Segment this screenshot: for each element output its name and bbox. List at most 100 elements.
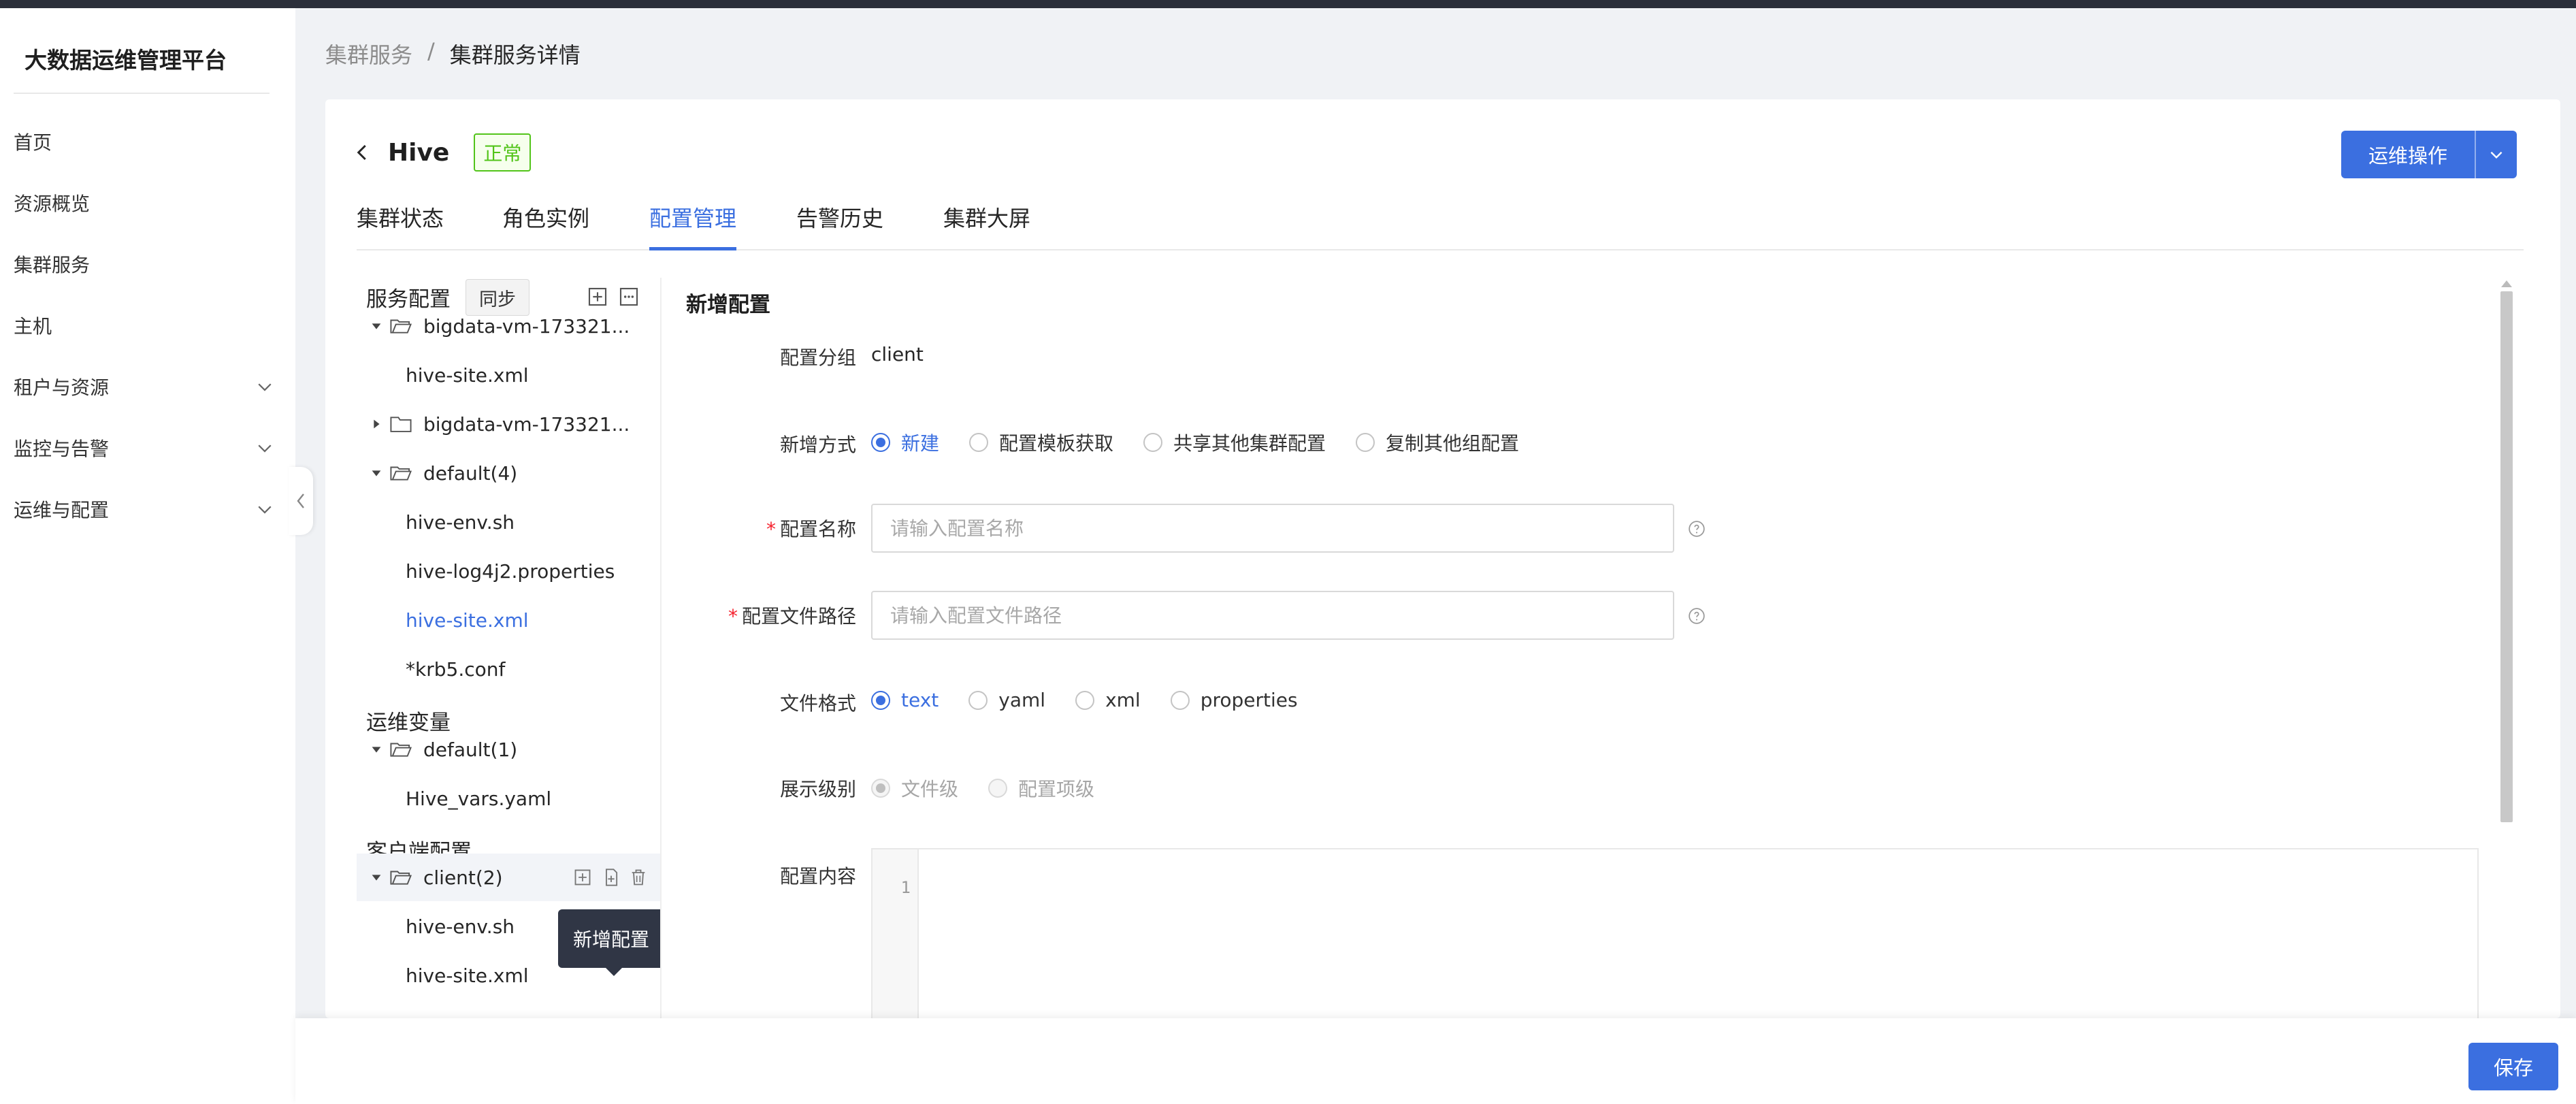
ops-action-button[interactable]: 运维操作 bbox=[2341, 131, 2517, 178]
tree-node-label: Hive_vars.yaml bbox=[406, 787, 552, 810]
radio-circle bbox=[1356, 433, 1375, 452]
help-icon[interactable] bbox=[1688, 520, 1706, 538]
app-title: 大数据运维管理平台 bbox=[25, 47, 227, 74]
folder-open-icon bbox=[390, 871, 412, 885]
sidebar-item-monitoring-alerts[interactable]: 监控与告警 bbox=[14, 427, 275, 468]
editor-line-number: 1 bbox=[900, 878, 911, 897]
sidebar-item-label: 租户与资源 bbox=[14, 376, 110, 399]
ops-action-dropdown[interactable] bbox=[2475, 131, 2517, 178]
config-content-label: 配置内容 bbox=[779, 865, 856, 888]
page-title-row: Hive 正常 bbox=[353, 132, 532, 173]
radio-new[interactable]: 新建 bbox=[871, 429, 939, 456]
tree-node-label: default(1) bbox=[423, 738, 518, 761]
tree-node-label: default(4) bbox=[423, 461, 518, 485]
display-level-label: 展示级别 bbox=[779, 778, 856, 800]
breadcrumb-current: 集群服务详情 bbox=[449, 42, 581, 68]
config-tree-panel: 服务配置 同步 bigdata-vm-173321... hive-site.x… bbox=[357, 278, 662, 1018]
tab-cluster-dashboard[interactable]: 集群大屏 bbox=[943, 201, 1030, 249]
file-format-label: 文件格式 bbox=[779, 692, 856, 715]
sidebar-item-hosts[interactable]: 主机 bbox=[14, 305, 275, 346]
sidebar-item-label: 主机 bbox=[14, 315, 52, 338]
config-content-editor[interactable]: 1 bbox=[871, 848, 2479, 1018]
config-name-input[interactable] bbox=[871, 504, 1674, 553]
add-method-radio-group: 新建 配置模板获取 共享其他集群配置 复制其他组配置 bbox=[871, 429, 1549, 456]
tree-file[interactable]: hive-log4j2.properties bbox=[357, 547, 660, 595]
radio-level-file: 文件级 bbox=[871, 775, 958, 802]
tree-node-label: bigdata-vm-173321... bbox=[423, 314, 630, 338]
tab-alert-history[interactable]: 告警历史 bbox=[796, 201, 883, 249]
service-name: Hive bbox=[388, 138, 450, 167]
tab-cluster-status[interactable]: 集群状态 bbox=[357, 201, 444, 249]
caret-down-icon bbox=[372, 747, 381, 753]
radio-circle bbox=[968, 690, 988, 710]
help-icon[interactable] bbox=[1688, 607, 1706, 625]
tab-role-instances[interactable]: 角色实例 bbox=[502, 201, 589, 249]
sidebar: 大数据运维管理平台 首页 资源概览 集群服务 主机 租户与资源 监控与告警 运维… bbox=[0, 8, 295, 1104]
radio-copy-other-group[interactable]: 复制其他组配置 bbox=[1356, 429, 1519, 456]
chevron-down-icon bbox=[258, 444, 272, 453]
config-path-label: * 配置文件路径 bbox=[728, 605, 856, 628]
radio-circle bbox=[1143, 433, 1163, 452]
radio-circle bbox=[1170, 690, 1190, 710]
radio-circle bbox=[871, 690, 890, 710]
radio-format-properties[interactable]: properties bbox=[1170, 689, 1298, 711]
radio-share-other-cluster[interactable]: 共享其他集群配置 bbox=[1143, 429, 1326, 456]
radio-circle bbox=[871, 779, 890, 798]
sidebar-collapse-button[interactable] bbox=[289, 467, 313, 535]
folder-icon bbox=[390, 417, 412, 432]
radio-circle bbox=[969, 433, 989, 452]
caret-down-icon bbox=[372, 323, 381, 329]
folder-open-icon bbox=[390, 466, 412, 481]
caret-down-icon bbox=[372, 470, 381, 476]
radio-format-xml[interactable]: xml bbox=[1075, 689, 1141, 711]
ops-action-label[interactable]: 运维操作 bbox=[2341, 131, 2475, 178]
back-arrow-icon[interactable] bbox=[353, 142, 373, 163]
sidebar-item-label: 监控与告警 bbox=[14, 438, 110, 460]
config-group-label: 配置分组 bbox=[779, 346, 856, 369]
add-config-tooltip: 新增配置 bbox=[558, 909, 660, 976]
chevron-down-icon bbox=[258, 383, 272, 391]
form-title: 新增配置 bbox=[686, 293, 770, 317]
radio-from-template[interactable]: 配置模板获取 bbox=[969, 429, 1113, 456]
tree-node-label: hive-env.sh bbox=[406, 510, 515, 534]
radio-level-item: 配置项级 bbox=[988, 775, 1094, 802]
config-name-label: * 配置名称 bbox=[766, 518, 856, 540]
status-badge: 正常 bbox=[474, 133, 532, 172]
footer-bar: 保存 bbox=[295, 1018, 2576, 1104]
tab-config-management[interactable]: 配置管理 bbox=[649, 201, 737, 250]
sidebar-item-home[interactable]: 首页 bbox=[14, 121, 275, 162]
chevron-down-icon bbox=[2490, 151, 2502, 159]
sidebar-item-ops-config[interactable]: 运维与配置 bbox=[14, 489, 275, 530]
tree-file[interactable]: *krb5.conf bbox=[357, 645, 660, 693]
config-path-input[interactable] bbox=[871, 591, 1674, 640]
form-scrollbar[interactable] bbox=[2500, 291, 2513, 822]
sidebar-item-label: 资源概览 bbox=[14, 193, 91, 215]
tab-bar: 集群状态 角色实例 配置管理 告警历史 集群大屏 bbox=[357, 201, 2524, 250]
tree-node-label: hive-log4j2.properties bbox=[406, 559, 615, 583]
tree-node-label: hive-site.xml bbox=[406, 608, 529, 632]
tree-folder[interactable]: default(1) bbox=[357, 726, 660, 773]
editor-gutter: 1 bbox=[873, 849, 919, 1018]
sidebar-item-cluster-services[interactable]: 集群服务 bbox=[14, 244, 275, 285]
radio-circle bbox=[988, 779, 1008, 798]
sidebar-item-label: 运维与配置 bbox=[14, 499, 110, 521]
sidebar-item-resource-overview[interactable]: 资源概览 bbox=[14, 182, 275, 223]
radio-format-yaml[interactable]: yaml bbox=[968, 689, 1045, 711]
tree-node-label: bigdata-vm-173321... bbox=[423, 412, 630, 436]
add-config-icon[interactable] bbox=[573, 868, 592, 887]
file-format-radio-group: text yaml xml properties bbox=[871, 689, 1328, 711]
sidebar-item-label: 首页 bbox=[14, 131, 52, 154]
radio-format-text[interactable]: text bbox=[871, 689, 939, 711]
save-button[interactable]: 保存 bbox=[2468, 1043, 2558, 1090]
sidebar-item-tenants-resources[interactable]: 租户与资源 bbox=[14, 366, 275, 407]
folder-open-icon bbox=[390, 743, 412, 757]
tree-node-label: client(2) bbox=[423, 866, 503, 889]
display-level-radio-group: 文件级 配置项级 bbox=[871, 775, 1124, 802]
breadcrumb: 集群服务 / 集群服务详情 bbox=[325, 38, 581, 69]
top-bar bbox=[0, 0, 2576, 8]
breadcrumb-link-cluster-services[interactable]: 集群服务 bbox=[325, 38, 412, 69]
sidebar-item-label: 集群服务 bbox=[14, 254, 91, 276]
tree-node-label: hive-site.xml bbox=[406, 964, 529, 987]
scroll-up-arrow[interactable] bbox=[2501, 280, 2512, 287]
caret-down-icon bbox=[372, 875, 381, 881]
